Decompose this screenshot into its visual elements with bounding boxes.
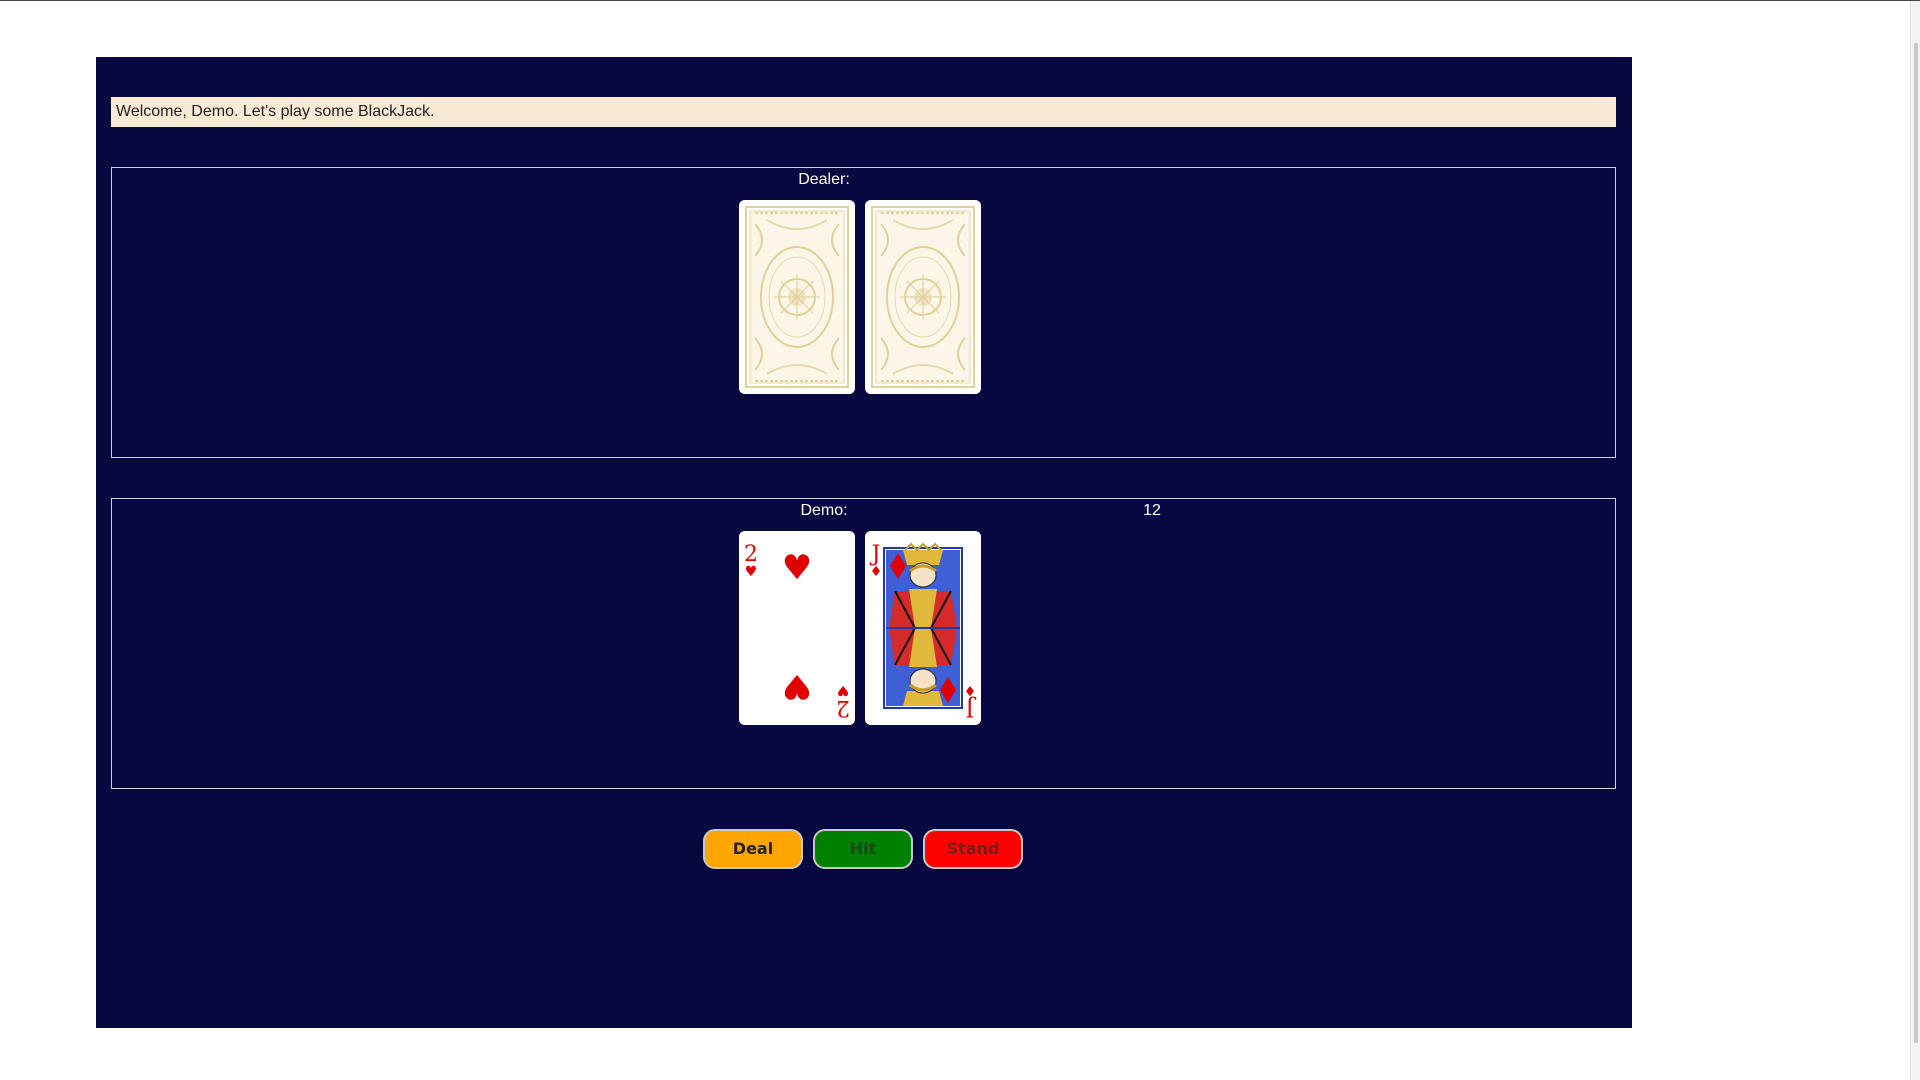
card-pip-bottom: ♥: [782, 666, 812, 706]
card-suit-top: ♦: [870, 564, 883, 580]
card-pip-top: ♥: [782, 548, 812, 588]
dealer-card-back-1: [739, 200, 855, 394]
dealer-hand-area: Dealer:: [111, 167, 1616, 458]
dealer-card-back-2: [865, 200, 981, 394]
jack-of-diamonds-icon: J ♦ J ♦: [865, 531, 981, 725]
player-label: Demo:: [800, 502, 848, 519]
page-scrollbar[interactable]: [1910, 1, 1920, 1080]
stand-button[interactable]: Stand: [923, 829, 1023, 869]
player-card-j-diamonds: J ♦ J ♦: [865, 531, 981, 725]
player-hand-area: Demo: 12 2 ♥ ♥ ♥ 2 ♥ J ♦ J ♦: [111, 498, 1616, 789]
card-suit-bottom: ♦: [964, 682, 977, 698]
deal-button[interactable]: Deal: [703, 829, 803, 869]
two-of-hearts-icon: 2 ♥ ♥ ♥ 2 ♥: [739, 531, 855, 725]
player-score: 12: [1143, 502, 1161, 519]
welcome-message: Welcome, Demo. Let's play some BlackJack…: [111, 97, 1616, 127]
player-card-2-hearts: 2 ♥ ♥ ♥ 2 ♥: [739, 531, 855, 725]
scrollbar-thumb[interactable]: [1914, 43, 1918, 1043]
card-suit-top: ♥: [745, 564, 758, 580]
window-top-border: [0, 0, 1920, 1]
card-suit-bottom: ♥: [837, 682, 850, 698]
card-back-pattern-icon: [739, 200, 855, 394]
hit-button[interactable]: Hit: [813, 829, 913, 869]
card-back-pattern-icon: [865, 200, 981, 394]
blackjack-table: Welcome, Demo. Let's play some BlackJack…: [96, 57, 1632, 1028]
dealer-label: Dealer:: [798, 171, 850, 188]
